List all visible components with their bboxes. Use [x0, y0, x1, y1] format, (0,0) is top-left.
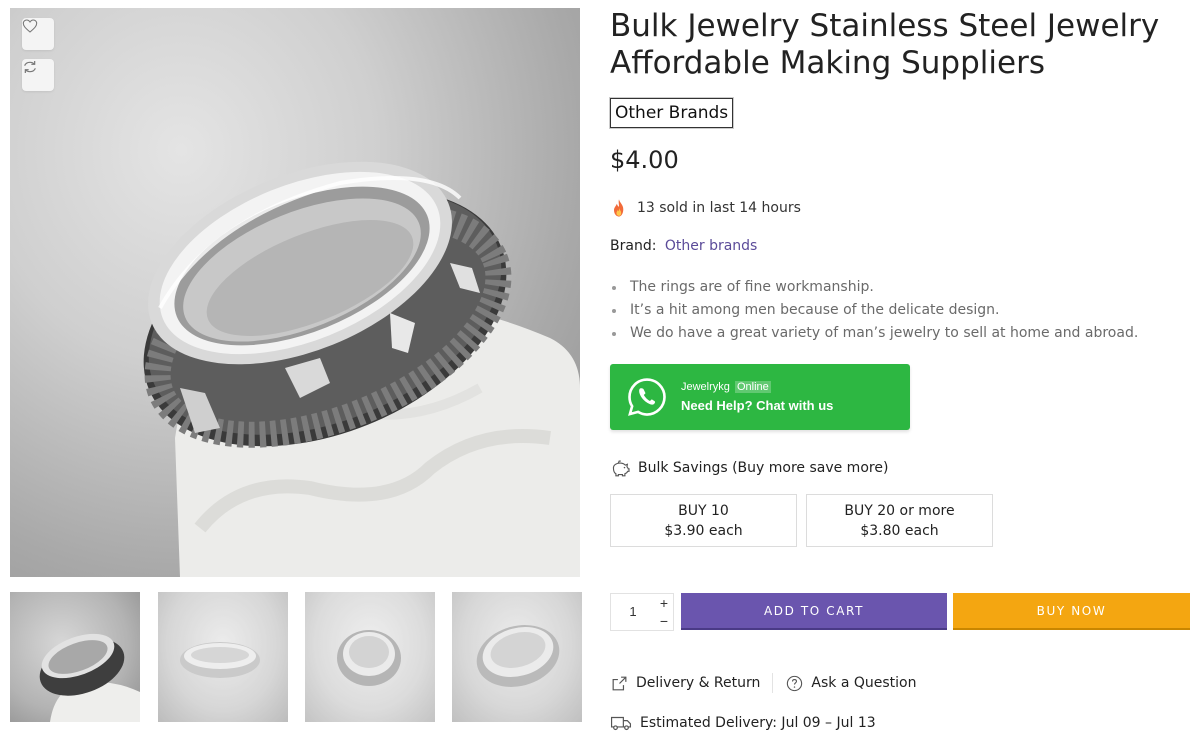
- tier-price: $3.80 each: [860, 523, 939, 539]
- feature-item: We do have a great variety of man’s jewe…: [610, 322, 1138, 345]
- ring-photo-2: [180, 642, 260, 678]
- heart-icon: [22, 19, 38, 33]
- compare-button[interactable]: [22, 59, 54, 91]
- bulk-tier-20[interactable]: BUY 20 or more $3.80 each: [806, 494, 993, 547]
- ring-photo-3: [337, 630, 401, 686]
- whatsapp-icon: [628, 378, 666, 416]
- bulk-savings-heading: Bulk Savings (Buy more save more): [610, 459, 888, 477]
- piggy-bank-icon: [612, 460, 630, 477]
- fire-icon: [614, 199, 624, 217]
- product-price: $4.00: [610, 146, 679, 174]
- buy-now-button[interactable]: BUY NOW: [953, 593, 1190, 630]
- product-links: Delivery & Return Ask a Question: [610, 673, 916, 693]
- ring-photo-4: [476, 625, 560, 687]
- wishlist-button[interactable]: [22, 18, 54, 50]
- agent-name: Jewelrykg: [681, 380, 730, 393]
- delivery-return-label: Delivery & Return: [636, 675, 761, 691]
- feature-list: The rings are of fine workmanship. It’s …: [610, 276, 1138, 345]
- ask-question-label: Ask a Question: [811, 675, 917, 691]
- tier-price: $3.90 each: [664, 523, 743, 539]
- thumbnail-4[interactable]: [452, 592, 582, 722]
- bulk-title-text: Bulk Savings (Buy more save more): [638, 460, 889, 476]
- add-to-cart-button[interactable]: ADD TO CART: [681, 593, 947, 630]
- thumbnail-2[interactable]: [158, 592, 288, 722]
- thumbnail-3[interactable]: [305, 592, 435, 722]
- sold-text: 13 sold in last 14 hours: [637, 200, 801, 216]
- link-divider: [772, 673, 774, 693]
- truck-icon: [610, 716, 632, 731]
- online-status: Online: [734, 380, 771, 393]
- quantity-input[interactable]: [611, 594, 655, 630]
- help-text: Need Help? Chat with us: [681, 397, 834, 413]
- ring-photo-1: [39, 633, 140, 722]
- thumbnail-1[interactable]: [10, 592, 140, 722]
- share-box-icon: [612, 676, 627, 690]
- question-icon: [787, 675, 803, 691]
- brand-line: Brand: Other brands: [610, 238, 757, 254]
- feature-item: It’s a hit among men because of the deli…: [610, 299, 1138, 322]
- sold-counter: 13 sold in last 14 hours: [610, 198, 801, 218]
- whatsapp-text: Jewelrykg Online Need Help? Chat with us: [681, 380, 833, 415]
- whatsapp-chat-button[interactable]: Jewelrykg Online Need Help? Chat with us: [610, 364, 910, 430]
- quantity-minus-button[interactable]: −: [655, 612, 673, 630]
- feature-item: The rings are of fine workmanship.: [610, 276, 1138, 299]
- tier-qty: BUY 20 or more: [844, 503, 955, 519]
- delivery-return-link[interactable]: Delivery & Return: [610, 674, 760, 693]
- brand-link[interactable]: Other brands: [665, 238, 757, 254]
- brand-badge[interactable]: Other Brands: [610, 98, 734, 128]
- tier-qty: BUY 10: [678, 503, 729, 519]
- whatsapp-agent: Jewelrykg Online: [681, 380, 833, 394]
- product-title: Bulk Jewelry Stainless Steel Jewelry Aff…: [610, 8, 1160, 81]
- quantity-plus-button[interactable]: +: [655, 594, 673, 612]
- estimated-delivery: Estimated Delivery: Jul 09 – Jul 13: [610, 714, 876, 732]
- quantity-stepper: + −: [610, 593, 674, 631]
- thumbnail-strip: [10, 592, 582, 722]
- brand-label: Brand:: [610, 238, 657, 254]
- refresh-icon: [24, 61, 36, 73]
- main-product-image[interactable]: [10, 8, 580, 577]
- ring-photo: [143, 161, 580, 577]
- ask-question-link[interactable]: Ask a Question: [785, 674, 916, 693]
- bulk-tier-10[interactable]: BUY 10 $3.90 each: [610, 494, 797, 547]
- delivery-text: Estimated Delivery: Jul 09 – Jul 13: [640, 715, 876, 731]
